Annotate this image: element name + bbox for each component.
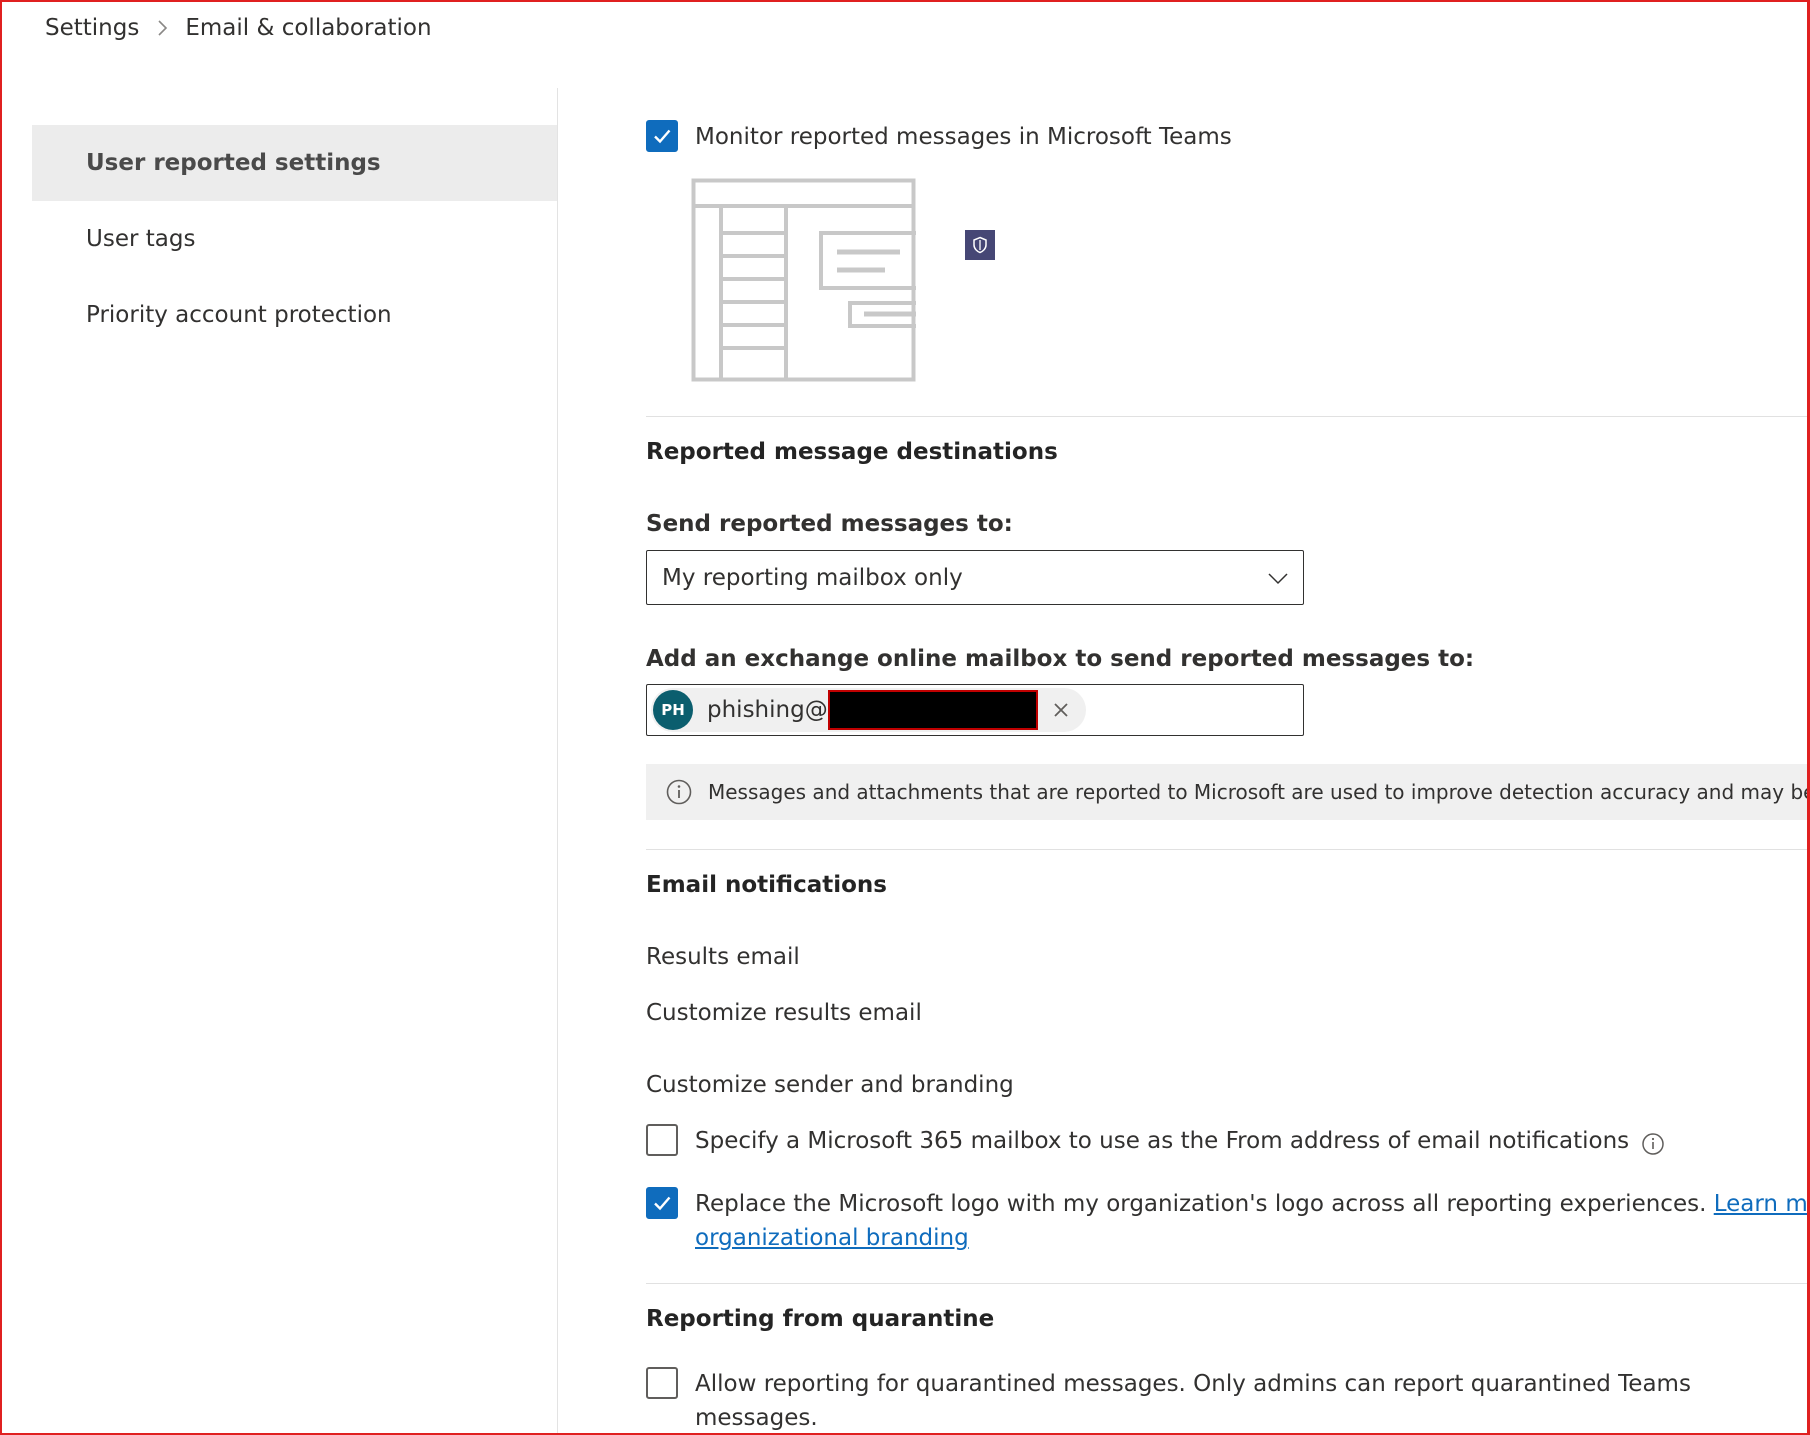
remove-persona-button[interactable] [1044,693,1078,727]
breadcrumb-email-collaboration: Email & collaboration [185,15,432,41]
customize-results-email-link[interactable]: Customize results email [646,1000,922,1026]
breadcrumb: Settings Email & collaboration [45,13,432,43]
nav-item-label: User reported settings [86,150,381,176]
chevron-right-icon [157,18,169,38]
nav-item-label: User tags [86,226,196,252]
mailbox-picker-input[interactable]: PH phishing@ [646,684,1304,736]
redacted-block [827,690,1038,730]
info-icon[interactable] [1641,1132,1665,1156]
allow-quarantine-checkbox[interactable] [646,1367,678,1399]
quarantine-title: Reporting from quarantine [646,1306,995,1332]
info-message-text: Messages and attachments that are report… [708,780,1810,804]
persona-pill: PH phishing@ [651,688,1086,732]
specify-mailbox-label: Specify a Microsoft 365 mailbox to use a… [695,1128,1630,1154]
replace-logo-checkbox[interactable] [646,1187,678,1219]
monitor-teams-row: Monitor reported messages in Microsoft T… [646,120,1232,154]
checkmark-icon [654,129,671,144]
section-divider [646,849,1810,850]
persona-name: phishing@ [707,697,828,723]
results-email-label: Results email [646,944,800,970]
breadcrumb-settings[interactable]: Settings [45,15,139,41]
section-divider [646,416,1810,417]
replace-logo-text: Replace the Microsoft logo with my organ… [695,1191,1707,1217]
nav-item-user-tags[interactable]: User tags [32,201,557,277]
allow-quarantine-label: Allow reporting for quarantined messages… [695,1371,1691,1431]
replace-logo-label: Replace the Microsoft logo with my organ… [695,1187,1810,1255]
main-content: Monitor reported messages in Microsoft T… [646,0,1810,1435]
close-icon [1054,703,1068,717]
learn-more-branding-link[interactable]: Learn more ab [1714,1191,1810,1217]
destinations-title: Reported message destinations [646,439,1058,465]
checkmark-icon [654,1196,671,1211]
monitor-teams-checkbox[interactable] [646,120,678,152]
nav-divider [557,88,558,1435]
nav-item-user-reported-settings[interactable]: User reported settings [32,125,557,201]
customize-branding-label: Customize sender and branding [646,1072,1014,1098]
specify-mailbox-row: Specify a Microsoft 365 mailbox to use a… [646,1124,1665,1158]
mailbox-label: Add an exchange online mailbox to send r… [646,646,1475,672]
nav-item-label: Priority account protection [86,302,392,328]
specify-mailbox-checkbox[interactable] [646,1124,678,1156]
allow-quarantine-row: Allow reporting for quarantined messages… [646,1367,1810,1435]
email-notifications-title: Email notifications [646,872,887,898]
section-divider [646,1283,1810,1284]
info-message-bar: Messages and attachments that are report… [646,764,1810,820]
send-reported-label: Send reported messages to: [646,511,1013,537]
organizational-branding-link[interactable]: organizational branding [695,1225,969,1251]
info-icon [665,778,693,806]
avatar: PH [653,690,693,730]
monitor-teams-label: Monitor reported messages in Microsoft T… [695,124,1232,150]
shield-icon [965,230,995,260]
teams-shield-illustration-icon [691,178,995,386]
nav-item-priority-account-protection[interactable]: Priority account protection [32,277,557,353]
send-reported-dropdown[interactable]: My reporting mailbox only [646,550,1304,605]
chevron-down-icon [1267,567,1289,595]
dropdown-value: My reporting mailbox only [662,564,963,591]
settings-nav: User reported settings User tags Priorit… [32,125,557,353]
replace-logo-row: Replace the Microsoft logo with my organ… [646,1187,1810,1255]
